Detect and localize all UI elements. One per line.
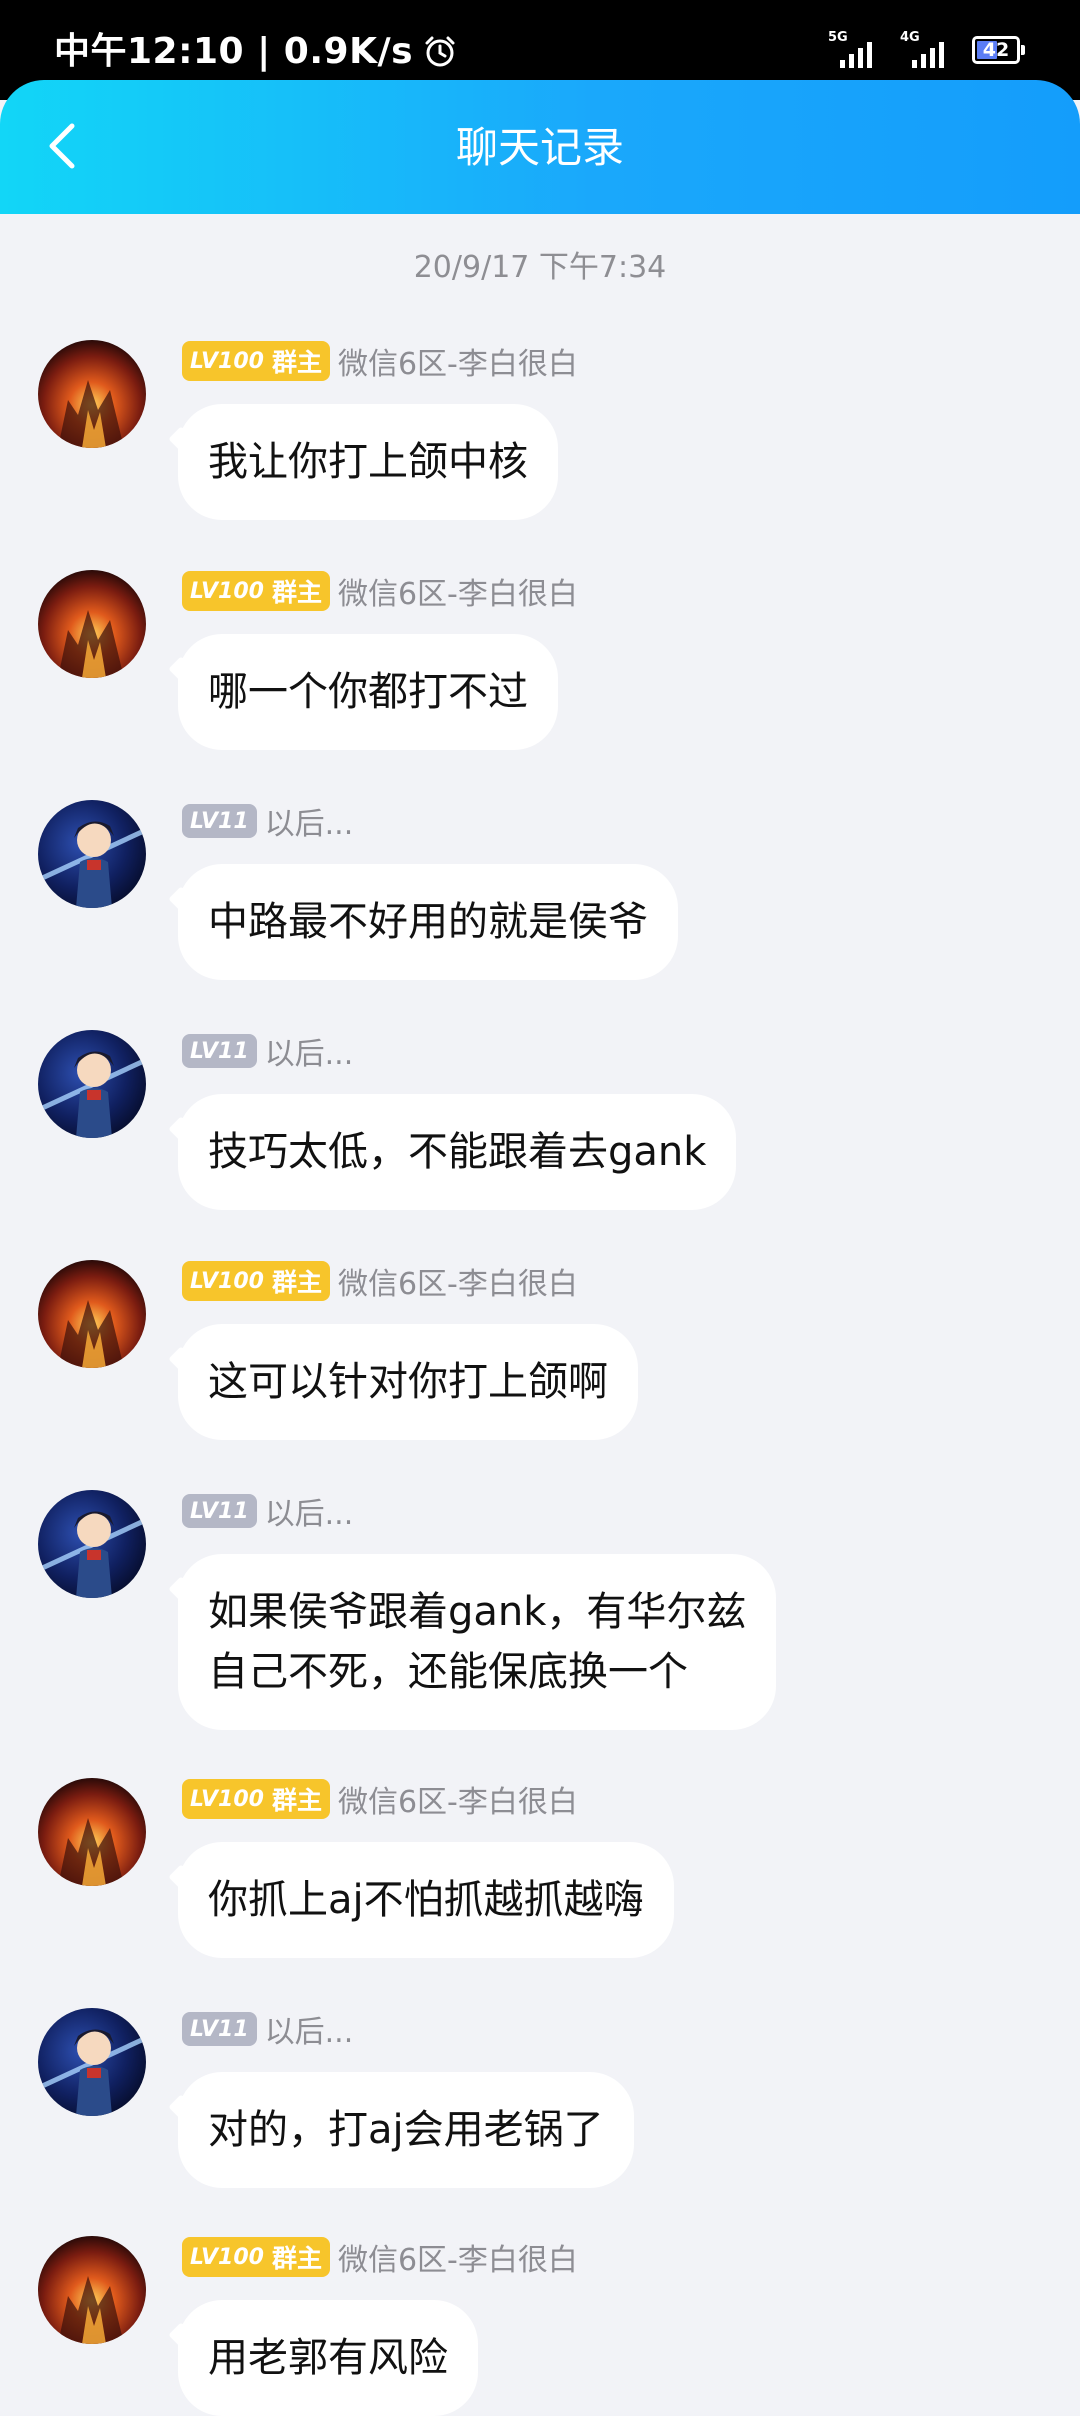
status-right: 5G 4G 42 (828, 30, 1025, 68)
alarm-clock-icon (425, 36, 455, 67)
message-text: 技巧太低，不能跟着去gank (208, 1129, 707, 1175)
battery-icon: 42 (972, 36, 1025, 64)
battery-level: 42 (982, 39, 1010, 61)
role-label: 群主 (271, 2244, 322, 2273)
page-title: 聊天记录 (455, 123, 624, 172)
message-bubble[interactable]: 技巧太低，不能跟着去gank (178, 1094, 737, 1210)
message-text: 对的，打aj会用老锅了 (208, 2107, 604, 2153)
role-label: 群主 (271, 578, 322, 607)
message-bubble[interactable]: 我让你打上颌中核 (178, 404, 558, 520)
level-badge: LV11 (182, 804, 257, 838)
sender-meta: LV100 群主 微信6区-李白很白 (182, 1778, 578, 1820)
sender-name[interactable]: 微信6区-李白很白 (338, 569, 578, 613)
level-badge: LV11 (182, 2012, 257, 2046)
role-label: 群主 (271, 1786, 322, 1815)
status-left: 中午12:10 | 0.9K/s (54, 28, 457, 76)
message-text: 哪一个你都打不过 (208, 669, 528, 715)
message-text: 中路最不好用的就是侯爷 (208, 899, 648, 945)
fire-scene-avatar[interactable] (38, 2236, 146, 2344)
message-bubble[interactable]: 你抓上aj不怕抓越抓越嗨 (178, 1842, 674, 1958)
sender-meta: LV100 群主 微信6区-李白很白 (182, 570, 578, 612)
fire-scene-avatar[interactable] (38, 570, 146, 678)
sender-name[interactable]: 以后... (265, 799, 354, 843)
anime-boy-avatar[interactable] (38, 1490, 146, 1598)
owner-level-badge: LV100 群主 (182, 571, 330, 611)
level-label: LV100 (190, 348, 264, 374)
message-text: 你抓上aj不怕抓越抓越嗨 (208, 1877, 644, 1923)
message-text-line2: 自己不死，还能保底换一个 (208, 1649, 688, 1695)
message-text: 用老郭有风险 (208, 2335, 448, 2381)
fire-scene-avatar[interactable] (38, 1260, 146, 1368)
sender-meta: LV11 以后... (182, 1030, 353, 1072)
message-bubble[interactable]: 如果侯爷跟着gank，有华尔兹 自己不死，还能保底换一个 (178, 1554, 777, 1730)
message-timestamp: 20/9/17 下午7:34 (413, 250, 667, 285)
level-label: LV100 (190, 1268, 264, 1294)
level-label: LV100 (190, 2244, 264, 2270)
owner-level-badge: LV100 群主 (182, 1779, 330, 1819)
sender-name[interactable]: 以后... (265, 1029, 354, 1073)
message-bubble[interactable]: 对的，打aj会用老锅了 (178, 2072, 634, 2188)
level-label: LV100 (190, 578, 264, 604)
sender-name[interactable]: 微信6区-李白很白 (338, 1777, 578, 1821)
message-text: 如果侯爷跟着gank，有华尔兹 (208, 1589, 747, 1635)
message-bubble[interactable]: 中路最不好用的就是侯爷 (178, 864, 678, 980)
chat-history-header: 聊天记录 (0, 80, 1080, 214)
message-text: 我让你打上颌中核 (208, 439, 528, 485)
sender-meta: LV11 以后... (182, 800, 353, 842)
role-label: 群主 (271, 1268, 322, 1297)
message-bubble[interactable]: 这可以针对你打上颌啊 (178, 1324, 638, 1440)
sender-name[interactable]: 微信6区-李白很白 (338, 2235, 578, 2279)
sender-meta: LV11 以后... (182, 2008, 353, 2050)
level-label: LV11 (190, 2016, 249, 2042)
sender-meta: LV11 以后... (182, 1490, 353, 1532)
message-text: 这可以针对你打上颌啊 (208, 1359, 608, 1405)
level-label: LV11 (190, 1498, 249, 1524)
sender-name[interactable]: 以后... (265, 2007, 354, 2051)
level-badge: LV11 (182, 1494, 257, 1528)
signal-5g-icon: 5G (828, 30, 884, 68)
anime-boy-avatar[interactable] (38, 2008, 146, 2116)
role-label: 群主 (271, 348, 322, 377)
sender-name[interactable]: 微信6区-李白很白 (338, 339, 578, 383)
fire-scene-avatar[interactable] (38, 1778, 146, 1886)
sender-meta: LV100 群主 微信6区-李白很白 (182, 2236, 578, 2278)
signal-4g-icon: 4G (900, 30, 956, 68)
owner-level-badge: LV100 群主 (182, 1261, 330, 1301)
fire-scene-avatar[interactable] (38, 340, 146, 448)
level-label: LV100 (190, 1786, 264, 1812)
message-bubble[interactable]: 哪一个你都打不过 (178, 634, 558, 750)
anime-boy-avatar[interactable] (38, 1030, 146, 1138)
status-time: 中午12:10 | 0.9K/s (54, 31, 414, 72)
sender-meta: LV100 群主 微信6区-李白很白 (182, 340, 578, 382)
level-badge: LV11 (182, 1034, 257, 1068)
level-label: LV11 (190, 1038, 249, 1064)
owner-level-badge: LV100 群主 (182, 341, 330, 381)
anime-boy-avatar[interactable] (38, 800, 146, 908)
owner-level-badge: LV100 群主 (182, 2237, 330, 2277)
message-bubble[interactable]: 用老郭有风险 (178, 2300, 478, 2416)
sender-name[interactable]: 微信6区-李白很白 (338, 1259, 578, 1303)
level-label: LV11 (190, 808, 249, 834)
sender-name[interactable]: 以后... (265, 1489, 354, 1533)
sender-meta: LV100 群主 微信6区-李白很白 (182, 1260, 578, 1302)
